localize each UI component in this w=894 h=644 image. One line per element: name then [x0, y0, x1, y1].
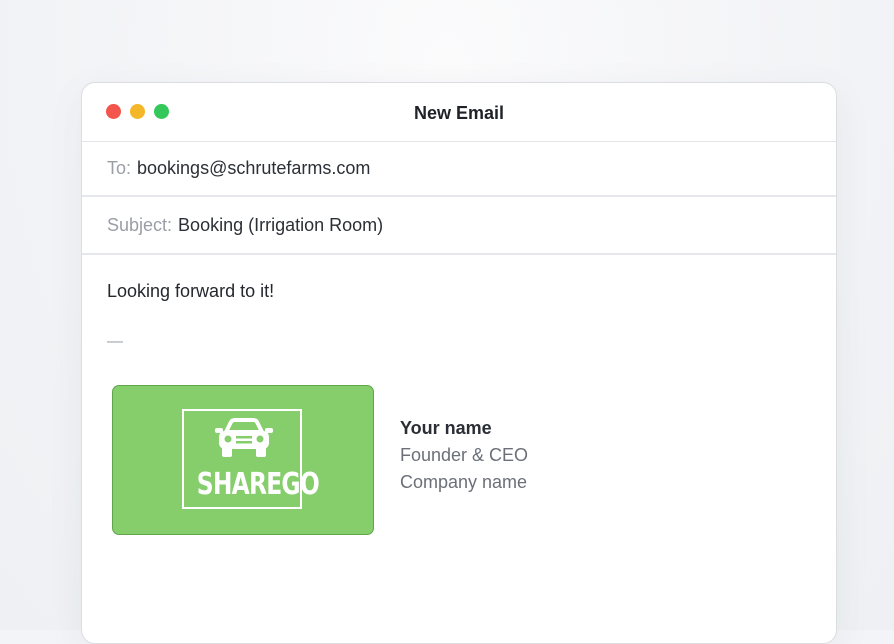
logo-wordmark: SHAREGO	[196, 467, 320, 502]
signature-role: Founder & CEO	[400, 445, 529, 465]
to-recipient[interactable]: bookings@schrutefarms.com	[137, 158, 370, 179]
to-field[interactable]: To: bookings@schrutefarms.com	[82, 142, 836, 197]
window-titlebar: New Email	[82, 83, 836, 142]
signature-company: Company name	[400, 472, 528, 492]
signature-name: Your name	[400, 418, 492, 438]
subject-value[interactable]: Booking (Irrigation Room)	[178, 215, 383, 236]
signature-details: Your name Founder & CEO Company name	[400, 415, 528, 496]
to-label: To:	[107, 158, 132, 178]
logo-frame: SHAREGO	[182, 409, 320, 509]
subject-label: Subject:	[107, 214, 173, 235]
signature-logo: SHAREGO	[112, 385, 374, 535]
message-text[interactable]: Looking forward to it!	[107, 281, 274, 302]
window-title: New Email	[413, 103, 505, 123]
email-compose-window: New Email To: bookings@schrutefarms.com …	[81, 82, 837, 644]
signature-separator: —	[107, 333, 123, 350]
car-icon	[215, 418, 273, 457]
subject-field[interactable]: Subject: Booking (Irrigation Room)	[82, 197, 836, 255]
